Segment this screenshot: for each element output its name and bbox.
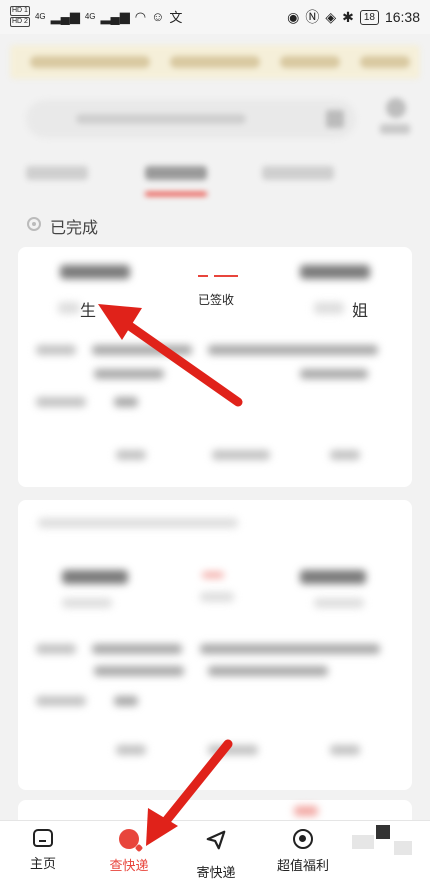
avatar[interactable] (378, 98, 412, 138)
network2-label: 4G (84, 12, 96, 21)
mute-icon: ◈ (325, 8, 337, 25)
delivery-status: 已签收 (198, 293, 235, 307)
app-notification-icon: ☺ (151, 9, 165, 24)
home-icon (33, 829, 53, 847)
promo-banner[interactable] (10, 45, 420, 79)
nav-home[interactable]: 主页 (0, 829, 88, 872)
active-tab-indicator (145, 192, 207, 196)
nav-home-label: 主页 (29, 856, 56, 871)
parcel-card[interactable] (18, 500, 412, 790)
bottom-nav: 主页 查快递 寄快递 超值福利 (0, 820, 430, 894)
eye-icon: ◉ (287, 8, 300, 25)
nav-query[interactable]: 查快递 (84, 829, 174, 874)
tab-1[interactable] (26, 166, 88, 180)
nfc-icon: Ⓝ (305, 9, 320, 25)
sender-name: 生 (80, 303, 97, 320)
section-title: 已完成 (50, 220, 99, 237)
query-icon (119, 829, 139, 849)
signal2-icon: ▂▄▆ (100, 8, 130, 24)
network1-label: 4G (34, 12, 46, 21)
watermark-block (394, 841, 412, 855)
sim2-label: HD 2 (10, 17, 30, 27)
status-bar: HD 1 HD 2 4G ▂▄▆ 4G ▂▄▆ ◠ ☺ 文 ◉ Ⓝ ◈ ✱ 18… (0, 0, 430, 34)
search-input[interactable] (26, 100, 356, 138)
scan-icon[interactable] (326, 110, 344, 128)
tab-3[interactable] (262, 166, 334, 180)
translate-icon: 文 (169, 10, 183, 25)
signal1-icon: ▂▄▆ (50, 8, 80, 24)
nav-query-label: 查快递 (109, 858, 149, 873)
clock-time: 16:38 (384, 9, 420, 25)
parcel-card[interactable]: 生 已签收 姐 (18, 247, 412, 487)
sim1-label: HD 1 (10, 6, 30, 16)
receiver-name: 姐 (352, 303, 369, 320)
wifi-icon: ◠ (134, 8, 147, 24)
watermark-block (352, 835, 374, 849)
radio-icon[interactable] (27, 217, 41, 231)
send-icon (206, 830, 226, 850)
bluetooth-icon: ✱ (342, 8, 354, 25)
battery-icon: 18 (359, 9, 379, 25)
nav-welfare-label: 超值福利 (276, 858, 329, 873)
watermark-block (376, 825, 390, 839)
nav-welfare[interactable]: 超值福利 (258, 829, 348, 874)
tab-2[interactable] (145, 166, 207, 180)
sim-indicators: HD 1 HD 2 (10, 6, 30, 27)
target-icon (293, 829, 313, 849)
nav-send-label: 寄快递 (196, 865, 236, 880)
nav-send[interactable]: 寄快递 (171, 829, 261, 881)
